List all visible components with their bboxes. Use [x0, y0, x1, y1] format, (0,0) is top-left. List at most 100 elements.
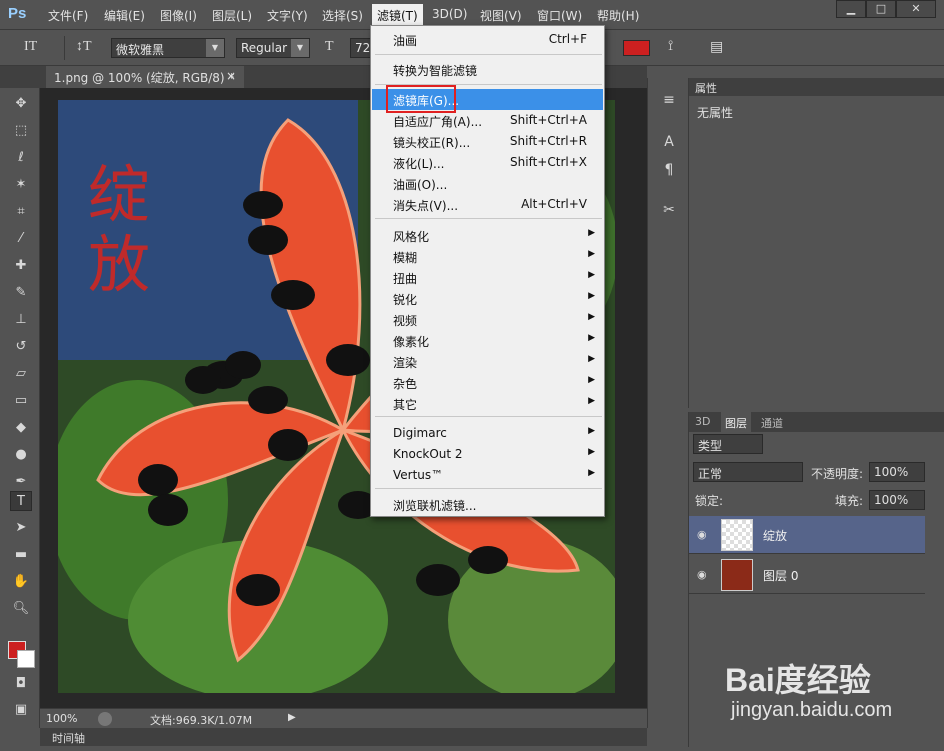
menu-item-video[interactable]: 视频 ▶ [372, 309, 603, 330]
menu-item-label: 消失点(V)... [393, 199, 459, 213]
font-style-select[interactable]: Regular ▼ [236, 38, 310, 58]
menu-help[interactable]: 帮助(H) [597, 7, 639, 24]
menu-item-last-filter[interactable]: 油画 Ctrl+F [372, 29, 603, 50]
eyedropper-tool-icon[interactable]: ⁄ [10, 229, 32, 249]
menu-filter[interactable]: 滤镜(T) [372, 4, 423, 27]
paragraph-icon[interactable]: ¶ [658, 160, 680, 180]
layer-filter-kind[interactable]: 类型 [693, 434, 763, 454]
menu-item-other[interactable]: 其它 ▶ [372, 393, 603, 414]
close-icon[interactable]: × [226, 69, 236, 83]
path-selection-tool-icon[interactable]: ➤ [10, 518, 32, 538]
type-tool-icon[interactable]: T [10, 491, 32, 511]
menu-window[interactable]: 窗口(W) [537, 7, 582, 24]
tab-channels[interactable]: 通道 [761, 415, 783, 431]
font-size-field[interactable]: 72 [350, 38, 372, 58]
opacity-field[interactable]: 100% [869, 462, 925, 482]
menu-item-label: 像素化 [393, 335, 430, 349]
menu-item-label: 杂色 [393, 377, 418, 391]
pen-tool-icon[interactable]: ✒ [10, 472, 32, 492]
layer-row-image[interactable]: ◉ 图层 0 [689, 556, 925, 594]
menu-item-oil-paint[interactable]: 油画(O)... [372, 173, 603, 194]
blend-mode-select[interactable]: 正常 [693, 462, 803, 482]
layer-row-text[interactable]: ◉ 绽放 [689, 516, 925, 554]
blur-tool-icon[interactable]: ◆ [10, 418, 32, 438]
brush-tool-icon[interactable]: ✎ [10, 283, 32, 303]
menu-item-vertus[interactable]: Vertus™ ▶ [372, 465, 603, 486]
status-menu-arrow-icon[interactable]: ▶ [288, 712, 296, 723]
close-button[interactable]: ✕ [896, 0, 936, 18]
eraser-tool-icon[interactable]: ▱ [10, 364, 32, 384]
menu-item-distort[interactable]: 扭曲 ▶ [372, 267, 603, 288]
tab-layers[interactable]: 图层 [721, 412, 751, 432]
menu-item-knockout[interactable]: KnockOut 2 ▶ [372, 444, 603, 465]
character-icon[interactable]: A [658, 132, 680, 152]
menu-view[interactable]: 视图(V) [480, 7, 522, 24]
fill-field[interactable]: 100% [869, 490, 925, 510]
dodge-tool-icon[interactable]: ● [10, 445, 32, 465]
warp-text-icon[interactable]: ⟟ [668, 39, 673, 55]
lasso-tool-icon[interactable]: ℓ [10, 148, 32, 168]
document-tab[interactable]: 1.png @ 100% (绽放, RGB/8) * × [46, 66, 244, 88]
menu-item-label: 扭曲 [393, 272, 418, 286]
healing-brush-tool-icon[interactable]: ✚ [10, 256, 32, 276]
marquee-tool-icon[interactable]: ⬚ [10, 121, 32, 141]
font-size-icon: T [325, 39, 334, 54]
background-color-swatch[interactable] [17, 650, 35, 668]
menu-item-render[interactable]: 渲染 ▶ [372, 351, 603, 372]
zoom-tool-icon[interactable]: 🔍︎ [10, 599, 32, 619]
character-panel-icon[interactable]: ▤ [710, 39, 723, 56]
menu-edit[interactable]: 编辑(E) [104, 7, 145, 24]
menu-3d[interactable]: 3D(D) [432, 7, 467, 21]
baidu-jingyan-watermark: Bai度经验 jingyan.baidu.com [725, 655, 892, 721]
menu-item-adaptive-wide-angle[interactable]: 自适应广角(A)... Shift+Ctrl+A [372, 110, 603, 131]
menu-item-liquify[interactable]: 液化(L)... Shift+Ctrl+X [372, 152, 603, 173]
tool-presets-icon[interactable]: ✂ [658, 200, 680, 220]
move-tool-icon[interactable]: ✥ [10, 94, 32, 114]
minimize-button[interactable]: ▁ [836, 0, 866, 18]
menu-item-label: 浏览联机滤镜... [393, 499, 477, 513]
timeline-label[interactable]: 时间轴 [52, 730, 85, 746]
menu-type[interactable]: 文字(Y) [267, 7, 308, 24]
paragraph-style-icon[interactable]: ≡ [658, 90, 680, 110]
text-color-swatch[interactable] [623, 40, 650, 56]
properties-tab[interactable]: 属性 [689, 78, 944, 96]
menu-item-sharpen[interactable]: 锐化 ▶ [372, 288, 603, 309]
screen-mode-icon[interactable]: ▣ [10, 700, 32, 720]
menu-item-pixelate[interactable]: 像素化 ▶ [372, 330, 603, 351]
crop-tool-icon[interactable]: ⌗ [10, 202, 32, 222]
history-brush-tool-icon[interactable]: ↺ [10, 337, 32, 357]
eye-icon[interactable]: ◉ [697, 528, 711, 541]
shape-tool-icon[interactable]: ▬ [10, 545, 32, 565]
font-family-select[interactable]: 微软雅黑 ▼ [111, 38, 225, 58]
menu-item-vanishing-point[interactable]: 消失点(V)... Alt+Ctrl+V [372, 194, 603, 215]
timeline-panel-bar: 时间轴 [40, 728, 647, 746]
magic-wand-tool-icon[interactable]: ✶ [10, 175, 32, 195]
menu-item-noise[interactable]: 杂色 ▶ [372, 372, 603, 393]
menu-item-blur[interactable]: 模糊 ▶ [372, 246, 603, 267]
menu-file[interactable]: 文件(F) [48, 7, 88, 24]
layer-name: 图层 0 [763, 569, 799, 583]
gradient-tool-icon[interactable]: ▭ [10, 391, 32, 411]
zoom-level[interactable]: 100% [46, 712, 77, 725]
menu-image[interactable]: 图像(I) [160, 7, 197, 24]
menu-layer[interactable]: 图层(L) [212, 7, 252, 24]
text-orientation-icon[interactable]: ↕T [76, 39, 92, 55]
menu-item-lens-correction[interactable]: 镜头校正(R)... Shift+Ctrl+R [372, 131, 603, 152]
canvas-text-layer[interactable]: 绽放 [88, 160, 163, 300]
menu-item-stylize[interactable]: 风格化 ▶ [372, 225, 603, 246]
menu-item-label: 自适应广角(A)... [393, 115, 483, 129]
menu-item-convert-smart-filter[interactable]: 转换为智能滤镜 [372, 59, 603, 80]
menu-select[interactable]: 选择(S) [322, 7, 363, 24]
font-style-value: Regular [241, 41, 288, 55]
quick-mask-icon[interactable]: ◘ [10, 674, 32, 694]
maximize-button[interactable]: □ [866, 0, 896, 18]
menu-item-browse-online-filters[interactable]: 浏览联机滤镜... [372, 494, 603, 515]
type-tool-preset-icon[interactable]: IT [24, 39, 37, 55]
hand-tool-icon[interactable]: ✋ [10, 572, 32, 592]
blend-mode-value: 正常 [698, 467, 723, 481]
menu-item-digimarc[interactable]: Digimarc ▶ [372, 423, 603, 444]
tab-3d[interactable]: 3D [695, 415, 710, 428]
eye-icon[interactable]: ◉ [697, 568, 711, 581]
clone-stamp-tool-icon[interactable]: ⊥ [10, 310, 32, 330]
status-info-icon[interactable] [98, 712, 112, 726]
